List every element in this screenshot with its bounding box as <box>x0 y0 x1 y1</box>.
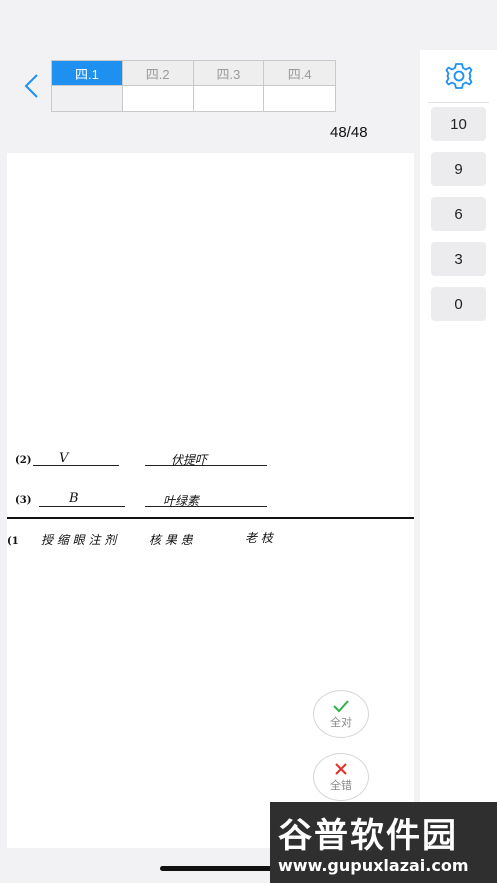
answer-sheet-image: (2) V 伏提吓 (3) B 叶绿素 (1 授 缩 眼 注 剂 核 果 患 老… <box>7 153 414 848</box>
sidebar-divider <box>428 102 489 103</box>
score-button-3[interactable]: 3 <box>431 242 486 276</box>
score-sidebar: 10 9 6 3 0 <box>420 50 497 883</box>
score-button-10[interactable]: 10 <box>431 107 486 141</box>
check-icon <box>333 699 349 712</box>
tab-q4-3[interactable]: 四.3 <box>193 61 265 86</box>
site-watermark: 谷普软件园 www.gupuxlazai.com <box>270 802 497 883</box>
settings-button[interactable] <box>443 60 475 92</box>
all-wrong-button[interactable]: 全错 <box>313 753 369 801</box>
score-button-0[interactable]: 0 <box>431 287 486 321</box>
question-label: (1 <box>7 536 19 547</box>
watermark-brand: 谷普软件园 <box>278 816 458 856</box>
score-cell-q4-1[interactable] <box>52 86 123 111</box>
close-icon <box>335 762 347 775</box>
handwritten-answer: 伏提吓 <box>171 453 208 467</box>
chevron-left-icon <box>24 74 38 98</box>
question-label: (3) <box>15 495 32 506</box>
watermark-url: www.gupuxlazai.com <box>278 856 469 875</box>
score-cell-q4-3[interactable] <box>193 86 265 111</box>
handwritten-answer: B <box>69 491 79 506</box>
score-button-6[interactable]: 6 <box>431 197 486 231</box>
handwritten-answer: V <box>59 451 69 466</box>
score-cell-q4-4[interactable] <box>264 86 335 111</box>
tab-q4-1[interactable]: 四.1 <box>52 61 123 86</box>
all-correct-label: 全对 <box>330 716 352 729</box>
handwritten-answer: 老 枝 <box>245 531 273 545</box>
score-cell-q4-2[interactable] <box>122 86 194 111</box>
all-wrong-label: 全错 <box>330 779 352 792</box>
handwritten-answer: 授 缩 眼 注 剂 <box>41 533 117 547</box>
all-correct-button[interactable]: 全对 <box>313 690 369 738</box>
question-tabs: 四.1 四.2 四.3 四.4 <box>51 60 336 112</box>
tab-q4-4[interactable]: 四.4 <box>264 61 335 86</box>
gear-icon <box>445 63 473 89</box>
score-button-9[interactable]: 9 <box>431 152 486 186</box>
question-label: (2) <box>15 455 32 466</box>
progress-counter: 48/48 <box>330 124 368 141</box>
section-divider <box>7 517 414 519</box>
handwritten-answer: 核 果 患 <box>149 533 193 547</box>
answer-line <box>33 465 119 466</box>
tab-q4-2[interactable]: 四.2 <box>122 61 194 86</box>
answer-line <box>39 506 125 507</box>
back-button[interactable] <box>18 72 46 100</box>
handwritten-answer: 叶绿素 <box>163 494 200 508</box>
